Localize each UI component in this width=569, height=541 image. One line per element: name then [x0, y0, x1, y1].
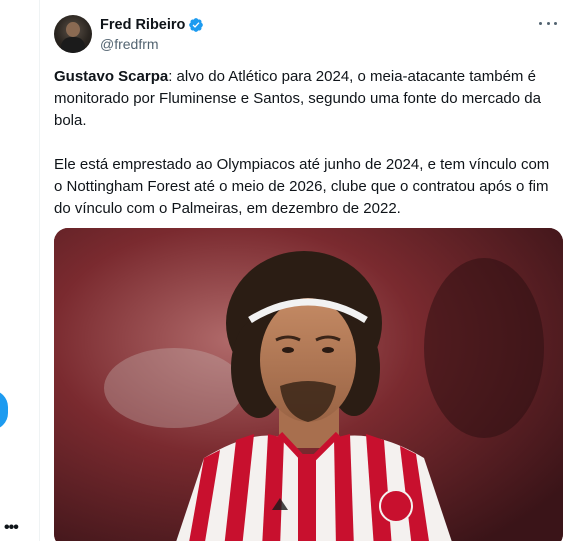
- tweet-text: Gustavo Scarpa: alvo do Atlético para 20…: [54, 66, 559, 220]
- compose-button[interactable]: [0, 390, 8, 430]
- tweet-paragraph-1: Gustavo Scarpa: alvo do Atlético para 20…: [54, 66, 559, 132]
- tweet-bold-name: Gustavo Scarpa: [54, 68, 169, 85]
- more-icon[interactable]: •••: [4, 520, 19, 536]
- avatar[interactable]: [54, 15, 92, 53]
- tweet: Fred Ribeiro @fredfrm Gustavo Scarpa: al…: [40, 0, 569, 541]
- tweet-paragraph-2: Ele está emprestado ao Olympiacos até ju…: [54, 156, 550, 217]
- left-navigation-rail: •••: [0, 0, 40, 541]
- player-photo: [54, 228, 563, 541]
- verified-badge-icon: [189, 18, 204, 32]
- author-handle[interactable]: @fredfrm: [100, 36, 204, 52]
- author-name[interactable]: Fred Ribeiro: [100, 17, 185, 33]
- author-block: Fred Ribeiro @fredfrm: [100, 16, 204, 52]
- name-row: Fred Ribeiro: [100, 16, 204, 34]
- avatar-head: [66, 22, 80, 37]
- more-options-icon[interactable]: [539, 16, 557, 30]
- tweet-image[interactable]: [54, 228, 563, 541]
- avatar-body: [61, 37, 85, 53]
